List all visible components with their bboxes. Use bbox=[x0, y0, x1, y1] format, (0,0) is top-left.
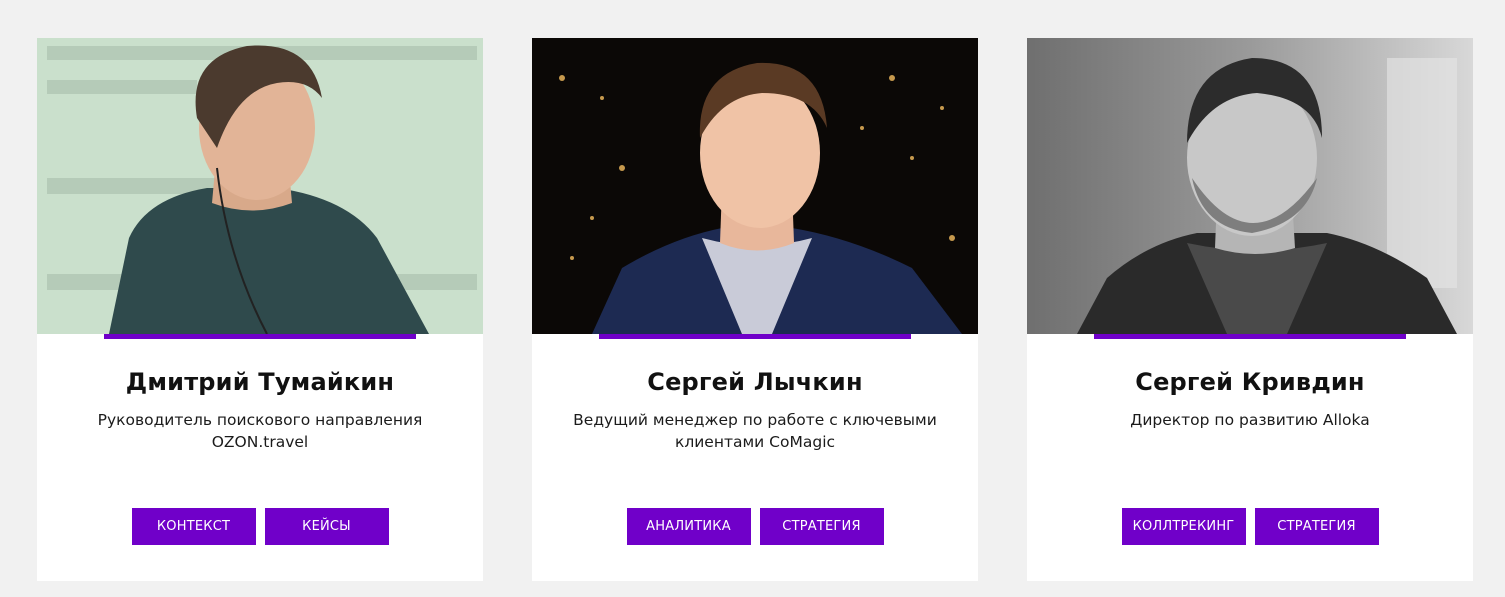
accent-bar bbox=[1094, 334, 1406, 339]
speaker-card[interactable]: Сергей Лычкин Ведущий менеджер по работе… bbox=[532, 38, 978, 581]
accent-bar bbox=[104, 334, 416, 339]
tag-button[interactable]: КОЛЛТРЕКИНГ bbox=[1121, 508, 1246, 545]
tag-button[interactable]: СТРАТЕГИЯ bbox=[759, 508, 884, 545]
accent-bar bbox=[599, 334, 911, 339]
tag-list: КОЛЛТРЕКИНГ СТРАТЕГИЯ bbox=[1027, 508, 1473, 545]
tag-list: АНАЛИТИКА СТРАТЕГИЯ bbox=[532, 508, 978, 545]
speaker-photo bbox=[1027, 38, 1473, 334]
speaker-role: Ведущий менеджер по работе с ключевыми к… bbox=[573, 411, 937, 451]
tag-button[interactable]: КЕЙСЫ bbox=[264, 508, 389, 545]
speaker-role: Руководитель поискового направления OZON… bbox=[97, 411, 423, 451]
speaker-photo bbox=[37, 38, 483, 334]
speakers-grid: Дмитрий Тумайкин Руководитель поискового… bbox=[0, 0, 1505, 597]
speaker-card[interactable]: Дмитрий Тумайкин Руководитель поискового… bbox=[37, 38, 483, 581]
tag-button[interactable]: СТРАТЕГИЯ bbox=[1254, 508, 1379, 545]
speaker-role: Директор по развитию Alloka bbox=[1130, 411, 1370, 429]
tag-button[interactable]: КОНТЕКСТ bbox=[131, 508, 256, 545]
speaker-name: Дмитрий Тумайкин bbox=[125, 368, 395, 396]
tag-button[interactable]: АНАЛИТИКА bbox=[626, 508, 751, 545]
speaker-photo bbox=[532, 38, 978, 334]
tag-list: КОНТЕКСТ КЕЙСЫ bbox=[37, 508, 483, 545]
speaker-card[interactable]: Сергей Кривдин Директор по развитию Allo… bbox=[1027, 38, 1473, 581]
speaker-name: Сергей Кривдин bbox=[1135, 368, 1365, 396]
speaker-name: Сергей Лычкин bbox=[647, 368, 863, 396]
